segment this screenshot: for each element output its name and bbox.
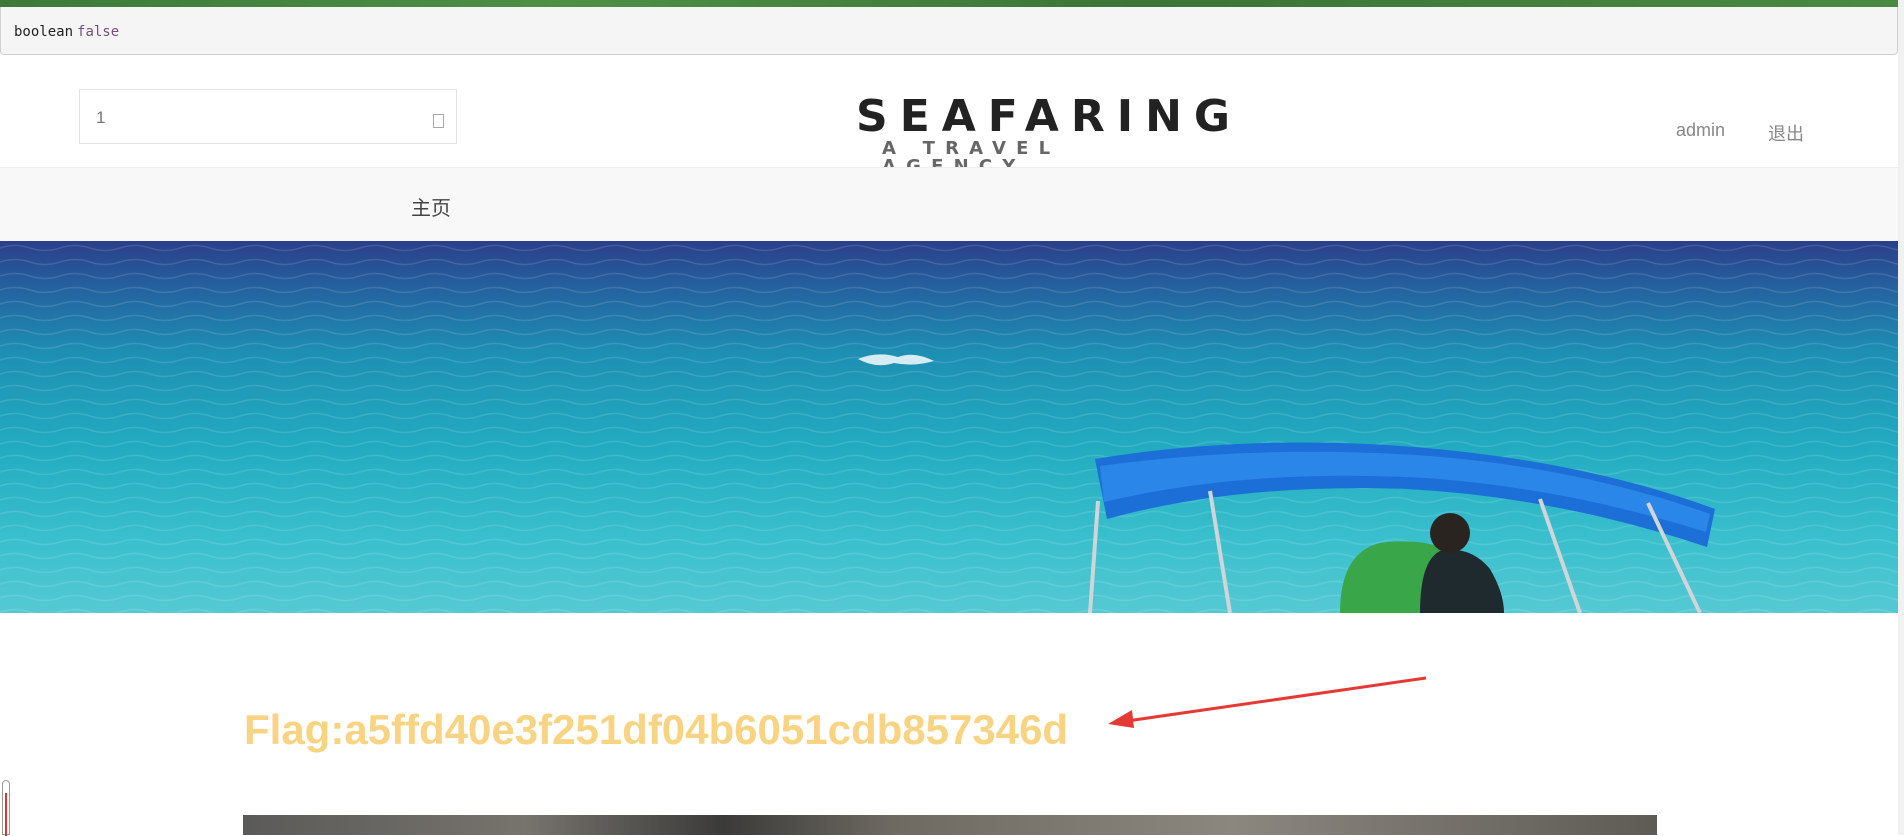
- debug-type: boolean: [14, 24, 74, 40]
- main-navbar: 主页: [0, 167, 1898, 241]
- flag-text: Flag:a5ffd40e3f251df04b6051cdb857346d: [244, 706, 1069, 753]
- search-icon[interactable]: [433, 114, 444, 128]
- debug-value: false: [77, 24, 120, 40]
- nav-item-home[interactable]: 主页: [411, 192, 451, 221]
- site-header: SEAFARING A TRAVEL AGENCY admin 退出: [0, 55, 1904, 176]
- admin-link[interactable]: admin: [1676, 120, 1725, 141]
- vertical-scrollbar[interactable]: [1898, 0, 1904, 835]
- logout-link[interactable]: 退出: [1768, 120, 1804, 146]
- hero-image: [0, 241, 1898, 613]
- search-input[interactable]: [94, 102, 398, 134]
- search-box: [79, 89, 457, 144]
- hero-sea-illustration: [0, 241, 1898, 613]
- debug-output: boolean false: [0, 7, 1898, 55]
- red-arrow-annotation: [1108, 676, 1427, 728]
- site-logo[interactable]: SEAFARING A TRAVEL AGENCY: [840, 95, 1230, 176]
- side-indicator: [2, 780, 10, 836]
- content-image: [243, 815, 1657, 835]
- logo-title: SEAFARING: [856, 91, 1243, 142]
- top-green-strip: [0, 0, 1904, 7]
